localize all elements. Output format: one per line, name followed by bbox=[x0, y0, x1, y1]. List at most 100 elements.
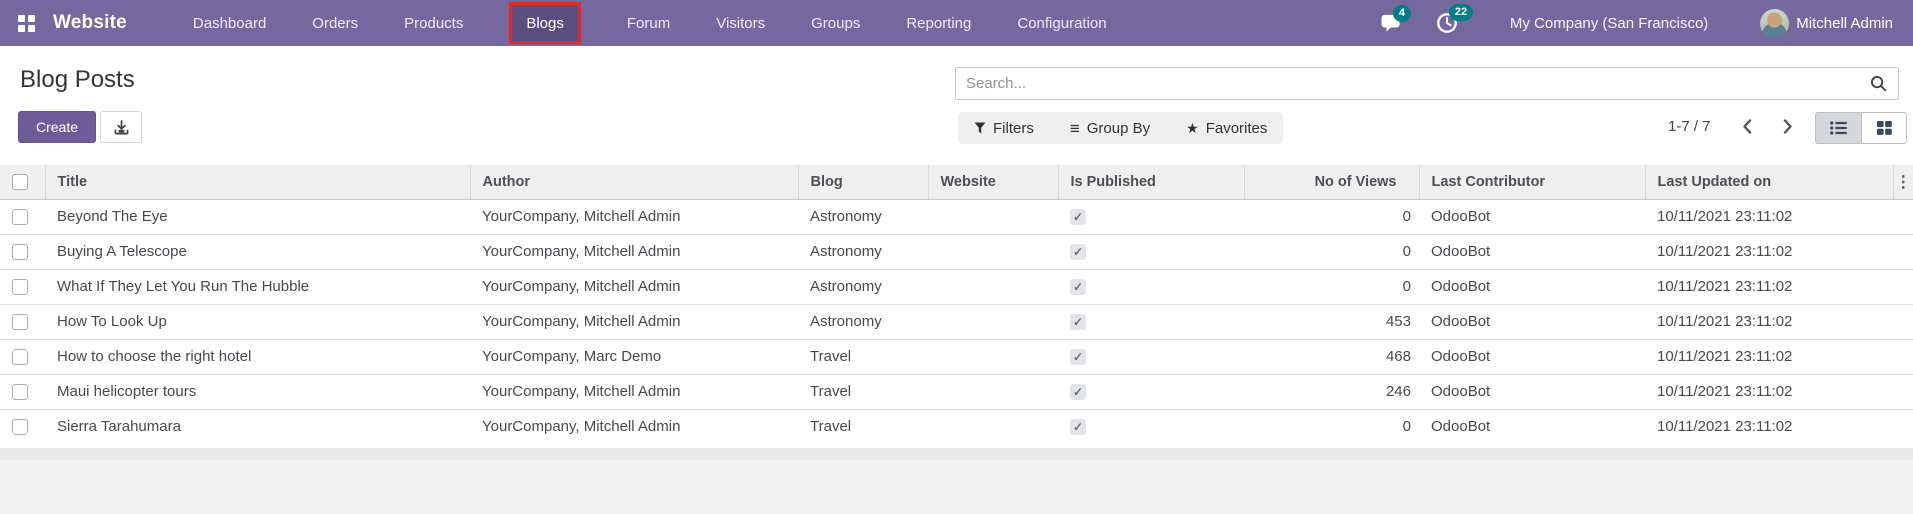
messages-button[interactable]: 4 bbox=[1380, 5, 1412, 33]
header-last-contributor[interactable]: Last Contributor bbox=[1418, 165, 1645, 200]
top-navbar: Website Dashboard Orders Products Blogs Foru… bbox=[0, 0, 1913, 46]
header-last-updated-on[interactable]: Last Updated on bbox=[1644, 165, 1893, 200]
activities-button[interactable]: 22 bbox=[1436, 4, 1474, 34]
row-checkbox[interactable] bbox=[12, 244, 28, 261]
cell-blog: Astronomy bbox=[798, 268, 928, 304]
pager-previous-button[interactable] bbox=[1742, 119, 1752, 134]
header-website[interactable]: Website bbox=[927, 165, 1058, 200]
table-row[interactable]: Maui helicopter tours YourCompany, Mitche… bbox=[0, 373, 1913, 409]
list-view-button[interactable] bbox=[1815, 112, 1861, 144]
header-author[interactable]: Author bbox=[469, 165, 798, 200]
cell-end bbox=[1893, 233, 1913, 269]
cell-select bbox=[0, 408, 45, 444]
table-row[interactable]: What If They Let You Run The Hubble YourC… bbox=[0, 268, 1913, 304]
select-all-checkbox[interactable] bbox=[12, 173, 28, 190]
cell-is-published: ✓ bbox=[1058, 373, 1244, 409]
pager: 1-7 / 7 bbox=[1668, 118, 1793, 135]
published-checkbox[interactable]: ✓ bbox=[1070, 279, 1086, 296]
row-checkbox[interactable] bbox=[12, 419, 28, 436]
search-input[interactable] bbox=[956, 75, 1859, 92]
menu-item-configuration[interactable]: Configuration bbox=[1017, 0, 1106, 46]
cell-last-contributor: OdooBot bbox=[1419, 268, 1645, 304]
table-row[interactable]: How To Look Up YourCompany, Mitchell Admi… bbox=[0, 303, 1913, 339]
cell-last-contributor: OdooBot bbox=[1419, 198, 1645, 234]
create-button[interactable]: Create bbox=[18, 111, 97, 143]
filters-label: Filters bbox=[993, 119, 1034, 137]
cell-website bbox=[928, 373, 1058, 409]
table-row[interactable]: Buying A Telescope YourCompany, Mitchell … bbox=[0, 233, 1913, 269]
filters-button[interactable]: Filters bbox=[974, 120, 1034, 137]
cell-blog: Travel bbox=[798, 338, 928, 374]
user-menu[interactable]: Mitchell Admin bbox=[1760, 8, 1893, 38]
table-row[interactable]: How to choose the right hotel YourCompany… bbox=[0, 338, 1913, 374]
published-checkbox[interactable]: ✓ bbox=[1070, 314, 1086, 331]
cell-last-updated: 10/11/2021 23:11:02 bbox=[1645, 338, 1893, 374]
table-header-row: Title Author Blog Website Is Published N… bbox=[0, 165, 1913, 200]
menu-item-products[interactable]: Products bbox=[404, 0, 463, 46]
cell-views: 0 bbox=[1244, 198, 1419, 234]
menu-item-orders[interactable]: Orders bbox=[312, 0, 358, 46]
header-blog[interactable]: Blog bbox=[797, 165, 928, 200]
row-checkbox[interactable] bbox=[12, 384, 28, 401]
published-checkbox[interactable]: ✓ bbox=[1070, 384, 1086, 401]
header-is-published[interactable]: Is Published bbox=[1057, 165, 1244, 200]
cell-last-contributor: OdooBot bbox=[1419, 408, 1645, 444]
cell-title: Sierra Tarahumara bbox=[45, 408, 470, 444]
cell-end bbox=[1893, 373, 1913, 409]
menu-item-blogs[interactable]: Blogs bbox=[509, 2, 581, 44]
menu-item-groups[interactable]: Groups bbox=[811, 0, 860, 46]
menu-item-reporting[interactable]: Reporting bbox=[906, 0, 971, 46]
favorites-button[interactable]: ★ Favorites bbox=[1186, 120, 1267, 137]
search-submit-button[interactable] bbox=[1859, 75, 1898, 92]
pager-next-button[interactable] bbox=[1783, 119, 1793, 134]
cell-end bbox=[1893, 338, 1913, 374]
cell-views: 0 bbox=[1244, 233, 1419, 269]
menu-item-dashboard[interactable]: Dashboard bbox=[193, 0, 266, 46]
published-checkbox[interactable]: ✓ bbox=[1070, 244, 1086, 261]
company-switcher[interactable]: My Company (San Francisco) bbox=[1510, 15, 1708, 32]
app-brand[interactable]: Website bbox=[53, 12, 127, 34]
cell-is-published: ✓ bbox=[1058, 233, 1244, 269]
cell-select bbox=[0, 373, 45, 409]
header-no-of-views[interactable]: No of Views bbox=[1243, 165, 1419, 200]
cell-views: 468 bbox=[1244, 338, 1419, 374]
row-checkbox[interactable] bbox=[12, 349, 28, 366]
content-bottom-band bbox=[0, 448, 1913, 460]
cell-author: YourCompany, Marc Demo bbox=[470, 338, 798, 374]
group-by-label: Group By bbox=[1086, 119, 1151, 137]
menu-item-forum[interactable]: Forum bbox=[627, 0, 670, 46]
row-checkbox[interactable] bbox=[12, 279, 28, 296]
header-title[interactable]: Title bbox=[44, 165, 470, 200]
download-icon bbox=[114, 119, 129, 135]
apps-menu-icon[interactable] bbox=[18, 14, 35, 32]
kanban-view-button[interactable] bbox=[1861, 112, 1907, 144]
optional-columns-toggle-icon[interactable]: ⋮ bbox=[1895, 174, 1911, 191]
row-checkbox[interactable] bbox=[12, 314, 28, 331]
row-checkbox[interactable] bbox=[12, 209, 28, 226]
cell-end bbox=[1893, 303, 1913, 339]
published-checkbox[interactable]: ✓ bbox=[1070, 419, 1086, 436]
group-by-button[interactable]: ≡ Group By bbox=[1070, 120, 1150, 137]
published-checkbox[interactable]: ✓ bbox=[1070, 349, 1086, 366]
kanban-view-icon bbox=[1876, 121, 1892, 135]
cell-last-updated: 10/11/2021 23:11:02 bbox=[1645, 408, 1893, 444]
cell-author: YourCompany, Mitchell Admin bbox=[470, 373, 798, 409]
menu-item-visitors[interactable]: Visitors bbox=[716, 0, 765, 46]
blog-posts-table: Title Author Blog Website Is Published N… bbox=[0, 165, 1913, 444]
cell-select bbox=[0, 233, 45, 269]
cell-last-updated: 10/11/2021 23:11:02 bbox=[1645, 303, 1893, 339]
cell-blog: Travel bbox=[798, 373, 928, 409]
cell-end bbox=[1893, 198, 1913, 234]
export-button[interactable] bbox=[100, 111, 143, 143]
table-row[interactable]: Sierra Tarahumara YourCompany, Mitchell A… bbox=[0, 408, 1913, 444]
cell-website bbox=[928, 408, 1058, 444]
search-icon bbox=[1870, 75, 1887, 92]
cell-end bbox=[1893, 268, 1913, 304]
cell-last-contributor: OdooBot bbox=[1419, 373, 1645, 409]
cell-last-updated: 10/11/2021 23:11:02 bbox=[1645, 268, 1893, 304]
cell-title: How To Look Up bbox=[45, 303, 470, 339]
cell-last-contributor: OdooBot bbox=[1419, 233, 1645, 269]
table-row[interactable]: Beyond The Eye YourCompany, Mitchell Admi… bbox=[0, 198, 1913, 234]
published-checkbox[interactable]: ✓ bbox=[1070, 209, 1086, 226]
group-by-icon: ≡ bbox=[1069, 118, 1080, 138]
